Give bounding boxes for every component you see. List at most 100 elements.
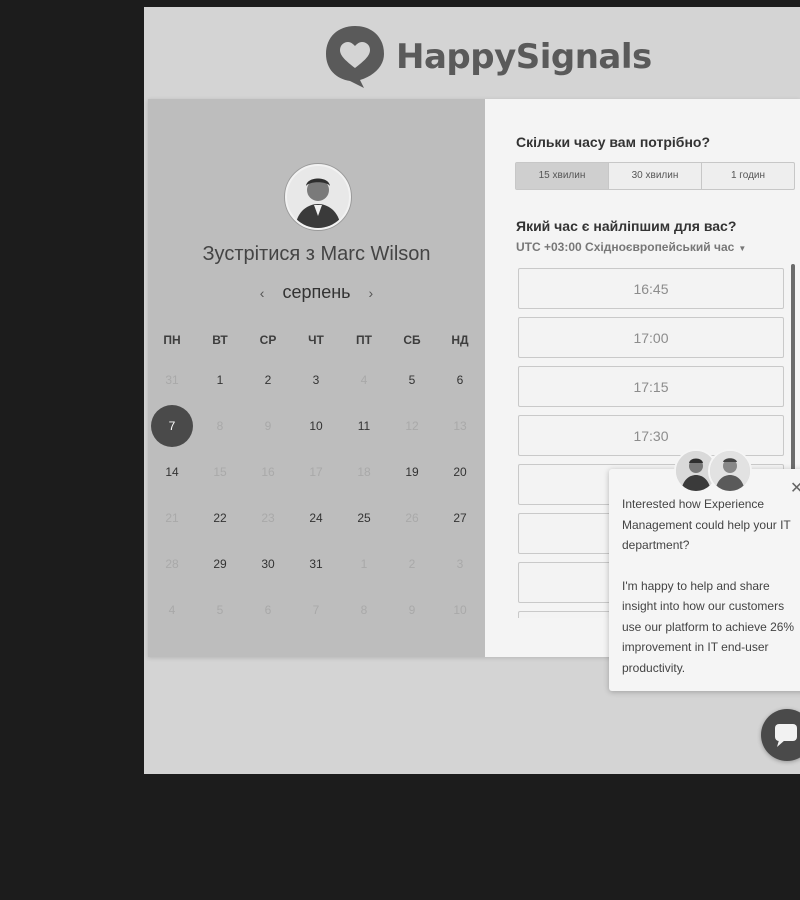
calendar-day: 9 [244,403,292,449]
calendar-day: 4 [148,587,196,633]
calendar-week-row: 28 29 30 31 1 2 3 [148,541,485,587]
calendar-day-number: 7 [151,405,193,447]
calendar-day: 15 [196,449,244,495]
calendar-day[interactable]: 5 [388,357,436,403]
calendar-panel: Зустрітися з Marc Wilson ‹ серпень › ПН В… [148,99,485,657]
calendar-day-number: 1 [360,557,368,571]
calendar-day: 23 [244,495,292,541]
calendar-day[interactable]: 30 [244,541,292,587]
calendar-day[interactable]: 1 [196,357,244,403]
chat-message: Interested how Experience Management cou… [622,494,800,678]
calendar-day: 12 [388,403,436,449]
calendar-day[interactable]: 27 [436,495,484,541]
chevron-right-icon[interactable]: › [369,285,374,301]
calendar-day[interactable]: 22 [196,495,244,541]
calendar-day-number: 20 [453,465,467,479]
calendar-day[interactable]: 19 [388,449,436,495]
calendar-day-number: 6 [264,603,272,617]
calendar-day-number: 8 [360,603,368,617]
calendar-day-number: 17 [309,465,323,479]
calendar-day-number: 31 [165,373,179,387]
duration-option[interactable]: 30 хвилин [609,163,702,189]
calendar-day-number: 15 [213,465,227,479]
avatar [285,164,351,230]
calendar-day: 13 [436,403,484,449]
chat-message-intro: Interested how Experience Management cou… [622,497,791,552]
calendar-day-number: 18 [357,465,371,479]
calendar-day-number: 8 [216,419,224,433]
time-slot-button[interactable]: 17:00 [518,317,784,358]
chat-message-body: I'm happy to help and share insight into… [622,578,795,675]
calendar-day-number: 31 [309,557,323,571]
calendar-day-number: 6 [456,373,464,387]
calendar-day-number: 19 [405,465,419,479]
caret-down-icon: ▼ [738,244,747,253]
weekday-header: ПН ВТ СР ЧТ ПТ СБ НД [148,330,485,350]
calendar-day[interactable]: 3 [292,357,340,403]
timezone-label: UTC +03:00 Східноєвропейський час [516,240,735,254]
calendar-day[interactable]: 25 [340,495,388,541]
calendar-day[interactable]: 6 [436,357,484,403]
calendar-day-number: 14 [165,465,179,479]
calendar-day[interactable]: 20 [436,449,484,495]
weekday-label: ПТ [356,333,372,347]
calendar-day-number: 25 [357,511,371,525]
calendar-day-number: 3 [312,373,320,387]
calendar-day-number: 10 [309,419,323,433]
time-slot-button[interactable]: 17:15 [518,366,784,407]
calendar-day-number: 11 [357,419,371,433]
calendar-day[interactable]: 10 [292,403,340,449]
calendar-day-number: 29 [213,557,227,571]
duration-option[interactable]: 15 хвилин [516,163,609,189]
calendar-day-number: 21 [165,511,179,525]
calendar-day: 8 [340,587,388,633]
calendar-day: 7 [292,587,340,633]
chevron-left-icon[interactable]: ‹ [260,285,265,301]
calendar-day[interactable]: 31 [292,541,340,587]
calendar-day-number: 24 [309,511,323,525]
calendar-day-number: 7 [312,603,320,617]
person-portrait-icon [287,166,349,228]
slot-scrollbar[interactable] [791,264,795,484]
calendar-day-number: 2 [264,373,272,387]
calendar-day: 6 [244,587,292,633]
duration-selector: 15 хвилин 30 хвилин 1 годин [515,162,795,190]
calendar-day: 26 [388,495,436,541]
calendar-week-row: 7 8 9 10 11 12 13 [148,403,485,449]
calendar-day: 18 [340,449,388,495]
calendar-week-row: 14 15 16 17 18 19 20 [148,449,485,495]
calendar-day[interactable]: 2 [244,357,292,403]
weekday-label: НД [451,333,469,347]
calendar-day: 5 [196,587,244,633]
calendar-day[interactable]: 11 [340,403,388,449]
heart-speech-bubble-icon [326,26,384,88]
calendar-day: 10 [436,587,484,633]
calendar-day[interactable]: 14 [148,449,196,495]
calendar-day-selected[interactable]: 7 [148,403,196,449]
calendar-day: 3 [436,541,484,587]
agent-avatar [708,449,752,493]
time-slot-button[interactable]: 16:45 [518,268,784,309]
calendar-day: 21 [148,495,196,541]
weekday-label: ПН [163,333,181,347]
calendar-day-number: 1 [216,373,224,387]
calendar-day: 16 [244,449,292,495]
calendar-week-row: 4 5 6 7 8 9 10 [148,587,485,633]
calendar-day[interactable]: 29 [196,541,244,587]
time-question: Який час є найліпшим для вас? [516,218,737,234]
weekday-label: ЧТ [308,333,324,347]
weekday-label: СР [259,333,277,347]
calendar-day-number: 2 [408,557,416,571]
chat-launcher-button[interactable] [761,709,800,761]
calendar-day-number: 27 [453,511,467,525]
calendar-day[interactable]: 24 [292,495,340,541]
calendar-day-number: 16 [261,465,275,479]
calendar-week-row: 31 1 2 3 4 5 6 [148,357,485,403]
timezone-selector[interactable]: UTC +03:00 Східноєвропейський час ▼ [516,240,746,254]
calendar-day-number: 4 [168,603,176,617]
brand-name: HappySignals [396,37,652,77]
chat-popup: ✕ Interested how Experience Management c… [609,469,800,691]
calendar-day-number: 23 [261,511,275,525]
calendar-day-number: 28 [165,557,179,571]
duration-option[interactable]: 1 годин [702,163,794,189]
